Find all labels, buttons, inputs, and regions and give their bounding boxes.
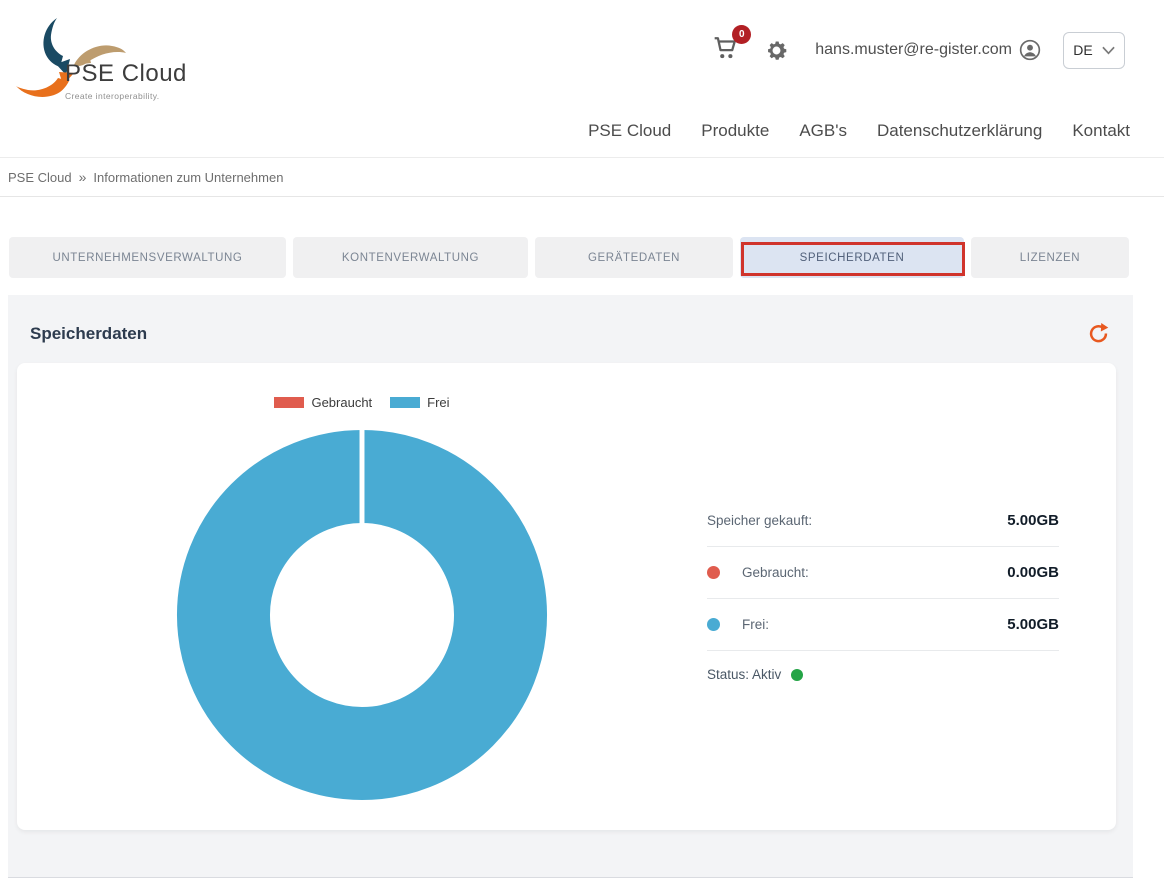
frei-dot xyxy=(707,618,720,631)
breadcrumb-root[interactable]: PSE Cloud xyxy=(8,170,72,185)
person-icon xyxy=(1019,39,1041,61)
header: PSE Cloud Create interoperability. 0 han… xyxy=(0,0,1164,118)
legend-item-gebraucht[interactable]: Gebraucht xyxy=(274,395,372,410)
breadcrumb: PSE Cloud » Informationen zum Unternehme… xyxy=(0,158,1164,197)
legend-item-frei[interactable]: Frei xyxy=(390,395,449,410)
tab-bar: UNTERNEHMENSVERWALTUNG KONTENVERWALTUNG … xyxy=(9,237,1164,278)
speicherdaten-panel: Speicherdaten Gebraucht Frei xyxy=(8,295,1133,878)
nav-item-produkte[interactable]: Produkte xyxy=(701,118,769,144)
refresh-button[interactable] xyxy=(1086,321,1111,346)
status-label: Status: Aktiv xyxy=(707,667,781,682)
language-value: DE xyxy=(1073,42,1092,58)
refresh-icon xyxy=(1086,321,1111,346)
cart-count-badge: 0 xyxy=(732,25,751,44)
breadcrumb-current: Informationen zum Unternehmen xyxy=(93,170,283,185)
nav-item-datenschutz[interactable]: Datenschutzerklärung xyxy=(877,118,1042,144)
settings-button[interactable] xyxy=(764,38,789,63)
logo-title: PSE Cloud xyxy=(65,60,187,88)
nav-item-kontakt[interactable]: Kontakt xyxy=(1072,118,1130,144)
chevron-down-icon xyxy=(1102,46,1115,55)
breadcrumb-separator: » xyxy=(79,169,87,185)
language-select[interactable]: DE xyxy=(1063,32,1125,69)
nav-item-agbs[interactable]: AGB's xyxy=(799,118,847,144)
legend-swatch-gebraucht xyxy=(274,397,304,408)
info-row-gekauft: Speicher gekauft: 5.00GB xyxy=(707,495,1059,547)
logo-tagline: Create interoperability. xyxy=(65,91,187,101)
donut-chart: Gebraucht Frei xyxy=(17,363,707,830)
status-row: Status: Aktiv xyxy=(707,667,1059,682)
legend-swatch-frei xyxy=(390,397,420,408)
gebraucht-dot xyxy=(707,566,720,579)
donut-svg xyxy=(174,427,550,803)
tab-lizenzen[interactable]: LIZENZEN xyxy=(971,237,1129,278)
account-button[interactable] xyxy=(1019,39,1041,61)
chart-legend: Gebraucht Frei xyxy=(274,395,449,410)
nav-item-pse-cloud[interactable]: PSE Cloud xyxy=(588,118,671,144)
storage-card: Gebraucht Frei Speicher gekauft: 5.00GB xyxy=(17,363,1116,830)
gear-icon xyxy=(764,38,789,63)
logo[interactable]: PSE Cloud Create interoperability. xyxy=(8,8,248,113)
panel-title: Speicherdaten xyxy=(30,324,147,344)
status-active-dot xyxy=(791,669,803,681)
info-row-frei: Frei: 5.00GB xyxy=(707,599,1059,651)
cart-button[interactable]: 0 xyxy=(712,35,742,65)
tab-speicherdaten[interactable]: SPEICHERDATEN xyxy=(740,237,964,278)
slice-divider xyxy=(360,429,365,524)
info-row-gebraucht: Gebraucht: 0.00GB xyxy=(707,547,1059,599)
tab-speicherdaten-label: SPEICHERDATEN xyxy=(800,252,905,264)
tab-unternehmensverwaltung[interactable]: UNTERNEHMENSVERWALTUNG xyxy=(9,237,286,278)
storage-info: Speicher gekauft: 5.00GB Gebraucht: 0.00… xyxy=(707,363,1116,830)
tab-kontenverwaltung[interactable]: KONTENVERWALTUNG xyxy=(293,237,528,278)
header-actions: 0 hans.muster@re-gister.com DE xyxy=(712,28,1125,72)
main-nav: PSE Cloud Produkte AGB's Datenschutzerkl… xyxy=(0,118,1164,158)
tab-geraetedaten[interactable]: GERÄTEDATEN xyxy=(535,237,733,278)
user-email[interactable]: hans.muster@re-gister.com xyxy=(815,41,1012,59)
